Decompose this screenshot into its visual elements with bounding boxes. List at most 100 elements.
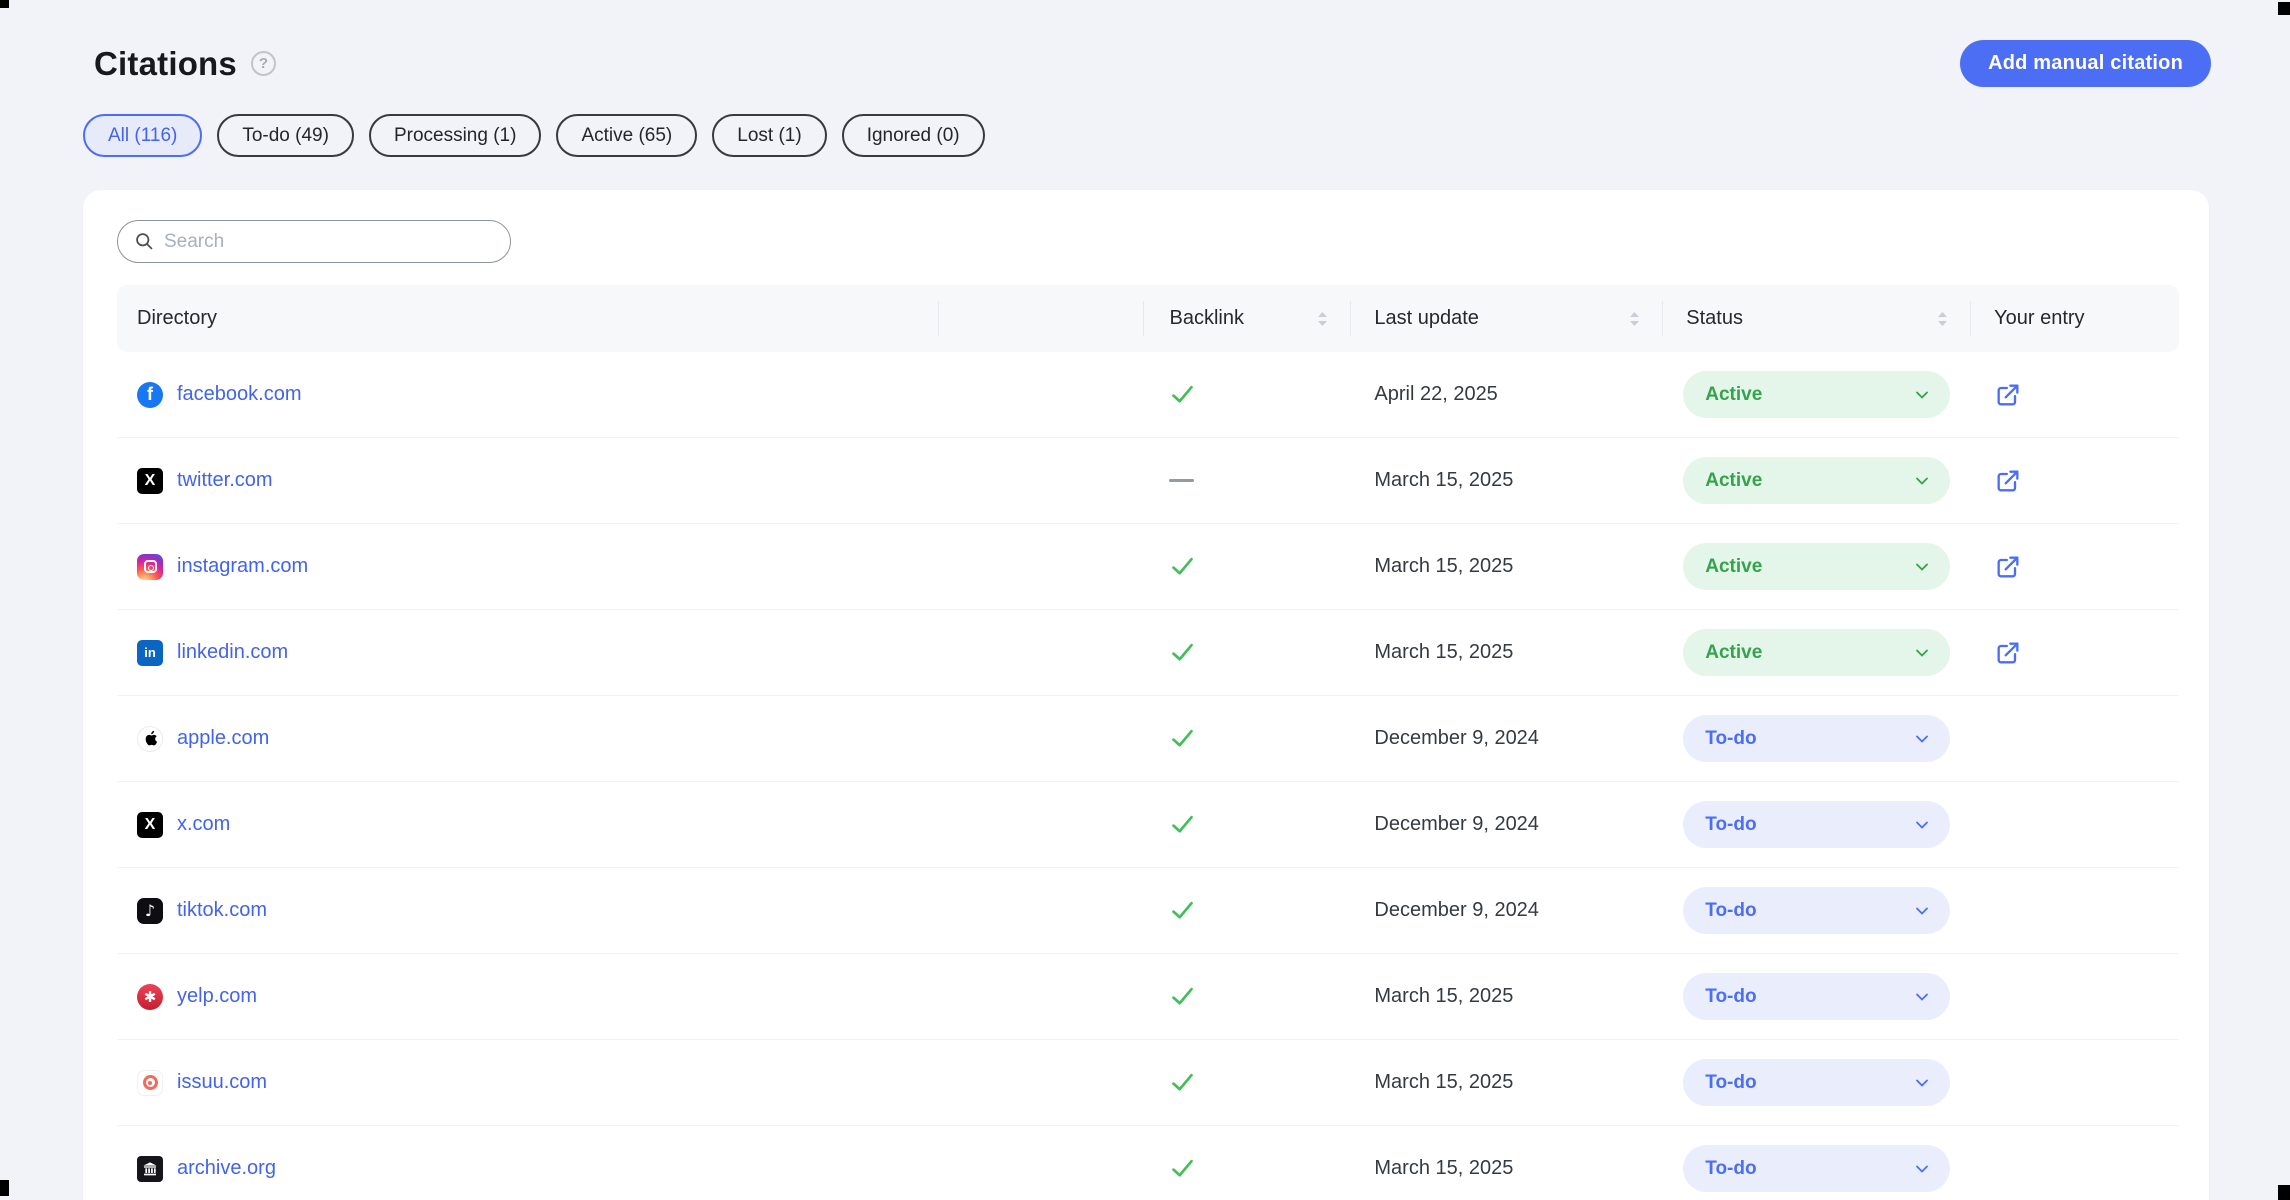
- search-icon: [134, 231, 155, 252]
- citations-table: Directory Backlink Last update Status: [117, 285, 2179, 1200]
- directory-link[interactable]: issuu.com: [177, 1071, 267, 1094]
- last-update-text: March 15, 2025: [1374, 641, 1513, 664]
- table-row: apple.com December 9, 2024 To-do: [117, 696, 2179, 782]
- last-update-text: December 9, 2024: [1374, 727, 1539, 750]
- table-row: X twitter.com March 15, 2025 Active: [117, 438, 2179, 524]
- backlink-none-icon: [1169, 479, 1194, 482]
- last-update-text: December 9, 2024: [1374, 813, 1539, 836]
- issuu-icon: [137, 1070, 163, 1096]
- table-row: ✱ yelp.com March 15, 2025 To-do: [117, 954, 2179, 1040]
- chevron-down-icon: [1912, 987, 1932, 1007]
- corner-marker: [2278, 1185, 2290, 1200]
- last-update-text: April 22, 2025: [1374, 383, 1497, 406]
- archive-icon: [137, 1156, 163, 1182]
- chevron-down-icon: [1912, 815, 1932, 835]
- search-input[interactable]: [164, 231, 494, 253]
- directory-link[interactable]: instagram.com: [177, 555, 308, 578]
- chevron-down-icon: [1912, 1073, 1932, 1093]
- last-update-text: March 15, 2025: [1374, 1157, 1513, 1180]
- table-row: instagram.com March 15, 2025 Active: [117, 524, 2179, 610]
- top-bar: Citations ? Add manual citation: [0, 0, 2290, 87]
- status-dropdown[interactable]: To-do: [1683, 887, 1950, 934]
- directory-link[interactable]: twitter.com: [177, 469, 273, 492]
- chevron-down-icon: [1912, 471, 1932, 491]
- column-header-directory: Directory: [117, 285, 939, 352]
- external-link-icon[interactable]: [1994, 639, 2022, 667]
- last-update-text: March 15, 2025: [1374, 1071, 1513, 1094]
- column-header-empty: [939, 285, 1145, 352]
- external-link-icon[interactable]: [1994, 467, 2022, 495]
- column-header-status[interactable]: Status: [1663, 285, 1971, 352]
- column-header-last-update[interactable]: Last update: [1351, 285, 1663, 352]
- chevron-down-icon: [1912, 643, 1932, 663]
- table-header: Directory Backlink Last update Status: [117, 285, 2179, 352]
- corner-marker: [0, 1180, 9, 1196]
- chevron-down-icon: [1912, 729, 1932, 749]
- filter-processing[interactable]: Processing (1): [369, 114, 542, 157]
- corner-marker: [2278, 2, 2290, 15]
- filter-ignored[interactable]: Ignored (0): [842, 114, 985, 157]
- directory-link[interactable]: facebook.com: [177, 383, 302, 406]
- x-icon: X: [137, 812, 163, 838]
- backlink-check-icon: [1169, 897, 1196, 924]
- status-dropdown[interactable]: Active: [1683, 457, 1950, 504]
- page-title: Citations: [94, 45, 237, 83]
- backlink-check-icon: [1169, 553, 1196, 580]
- status-dropdown[interactable]: To-do: [1683, 1145, 1950, 1192]
- directory-link[interactable]: tiktok.com: [177, 899, 267, 922]
- last-update-text: December 9, 2024: [1374, 899, 1539, 922]
- backlink-check-icon: [1169, 381, 1196, 408]
- filter-todo[interactable]: To-do (49): [217, 114, 354, 157]
- table-row: ♪ tiktok.com December 9, 2024 To-do: [117, 868, 2179, 954]
- table-row: in linkedin.com March 15, 2025 Active: [117, 610, 2179, 696]
- backlink-check-icon: [1169, 725, 1196, 752]
- sort-icon: [1934, 309, 1951, 329]
- external-link-icon[interactable]: [1994, 381, 2022, 409]
- directory-link[interactable]: archive.org: [177, 1157, 276, 1180]
- yelp-icon: ✱: [137, 984, 163, 1010]
- last-update-text: March 15, 2025: [1374, 555, 1513, 578]
- directory-link[interactable]: x.com: [177, 813, 230, 836]
- column-header-backlink[interactable]: Backlink: [1144, 285, 1351, 352]
- sort-icon: [1626, 309, 1643, 329]
- facebook-icon: f: [137, 382, 163, 408]
- status-dropdown[interactable]: To-do: [1683, 801, 1950, 848]
- add-manual-citation-button[interactable]: Add manual citation: [1960, 40, 2211, 87]
- help-icon[interactable]: ?: [251, 51, 276, 76]
- apple-icon: [137, 726, 163, 752]
- backlink-check-icon: [1169, 811, 1196, 838]
- directory-link[interactable]: apple.com: [177, 727, 269, 750]
- search-box: [117, 220, 511, 263]
- sort-icon: [1314, 309, 1331, 329]
- instagram-icon: [137, 554, 163, 580]
- column-header-your-entry: Your entry: [1971, 285, 2179, 352]
- status-dropdown[interactable]: To-do: [1683, 1059, 1950, 1106]
- last-update-text: March 15, 2025: [1374, 985, 1513, 1008]
- table-row: issuu.com March 15, 2025 To-do: [117, 1040, 2179, 1126]
- directory-link[interactable]: linkedin.com: [177, 641, 288, 664]
- backlink-check-icon: [1169, 639, 1196, 666]
- directory-link[interactable]: yelp.com: [177, 985, 257, 1008]
- status-dropdown[interactable]: To-do: [1683, 715, 1950, 762]
- filter-all[interactable]: All (116): [83, 114, 202, 157]
- filter-chips: All (116) To-do (49) Processing (1) Acti…: [83, 114, 2290, 157]
- backlink-check-icon: [1169, 1155, 1196, 1182]
- chevron-down-icon: [1912, 385, 1932, 405]
- external-link-icon[interactable]: [1994, 553, 2022, 581]
- filter-lost[interactable]: Lost (1): [712, 114, 826, 157]
- citations-card: Directory Backlink Last update Status: [83, 190, 2209, 1200]
- table-row: archive.org March 15, 2025 To-do: [117, 1126, 2179, 1200]
- last-update-text: March 15, 2025: [1374, 469, 1513, 492]
- status-dropdown[interactable]: Active: [1683, 543, 1950, 590]
- status-dropdown[interactable]: To-do: [1683, 973, 1950, 1020]
- status-dropdown[interactable]: Active: [1683, 371, 1950, 418]
- corner-marker: [0, 0, 9, 8]
- chevron-down-icon: [1912, 1159, 1932, 1179]
- status-dropdown[interactable]: Active: [1683, 629, 1950, 676]
- tiktok-icon: ♪: [137, 898, 163, 924]
- filter-active[interactable]: Active (65): [556, 114, 697, 157]
- linkedin-icon: in: [137, 640, 163, 666]
- chevron-down-icon: [1912, 901, 1932, 921]
- table-row: f facebook.com April 22, 2025 Active: [117, 352, 2179, 438]
- table-row: X x.com December 9, 2024 To-do: [117, 782, 2179, 868]
